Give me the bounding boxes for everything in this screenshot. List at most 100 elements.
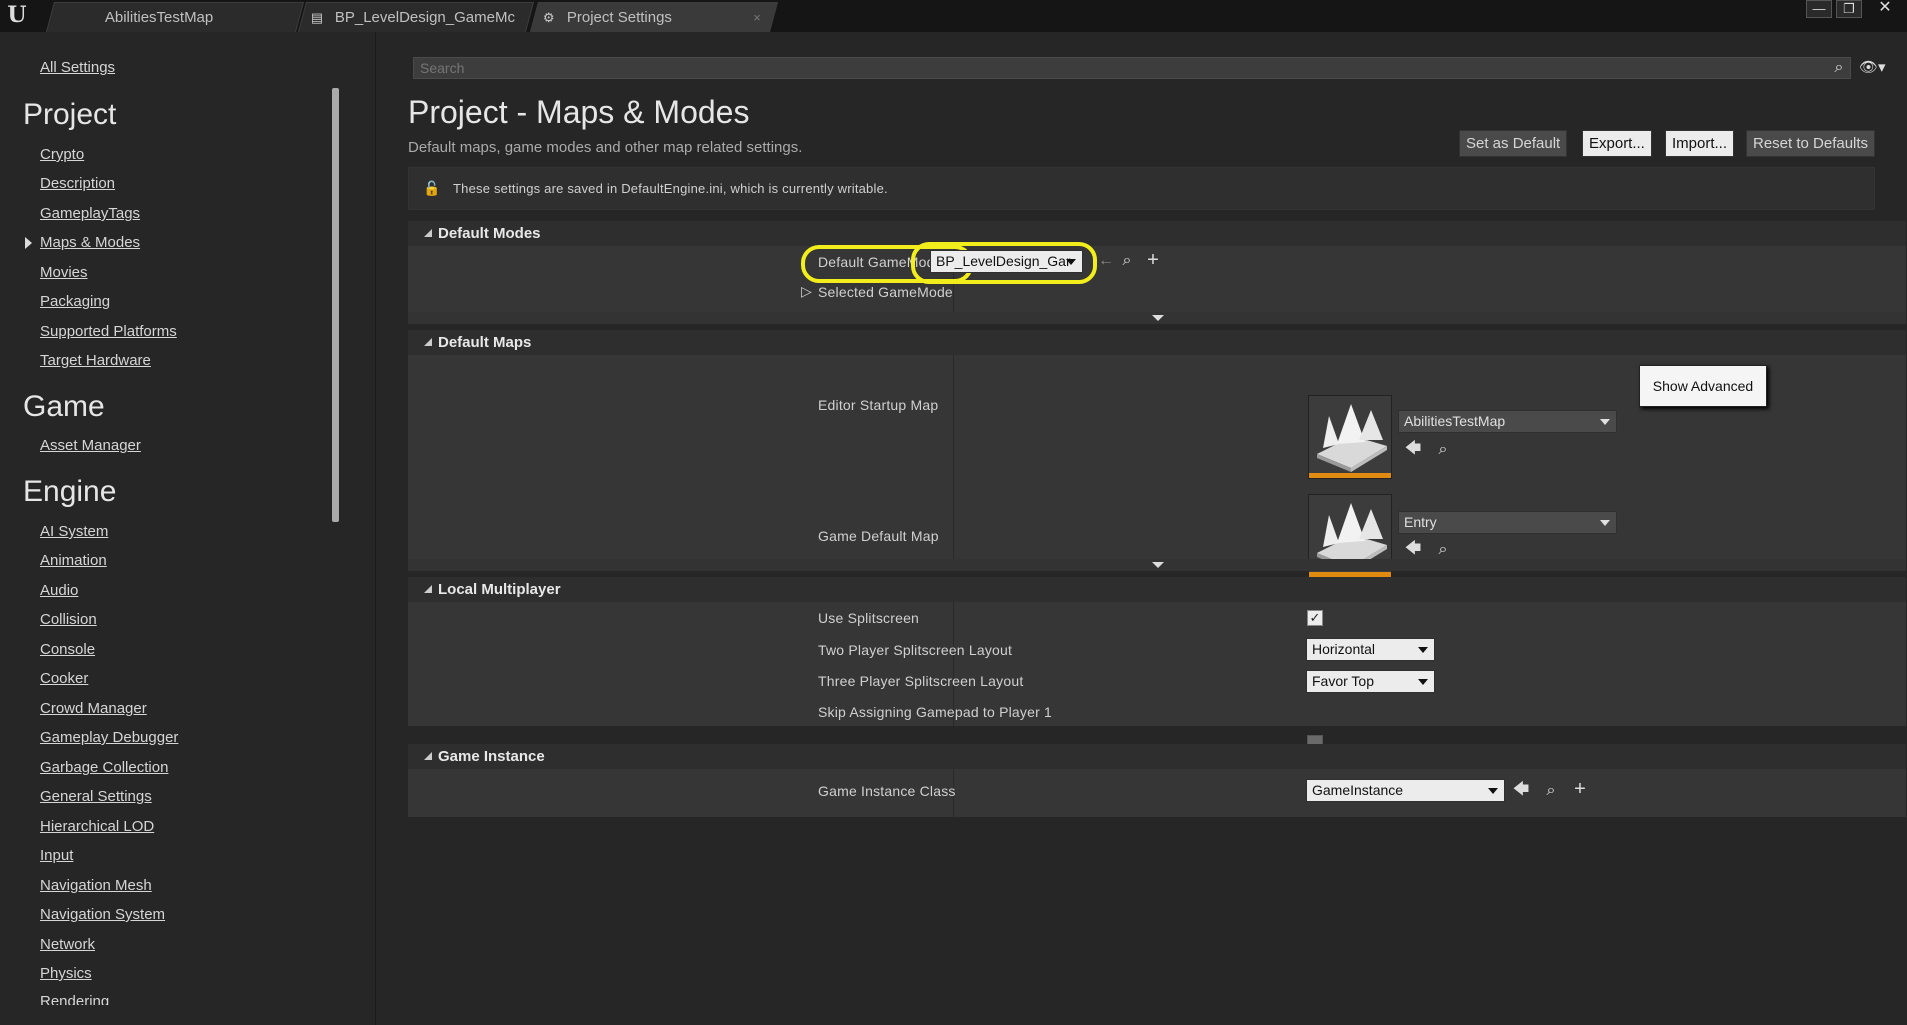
chevron-down-icon (1418, 679, 1428, 685)
chevron-down-icon (1600, 520, 1610, 526)
nav-item-crowd-manager[interactable]: Crowd Manager (40, 700, 147, 717)
browse-search-icon[interactable]: ⌕ (1118, 252, 1136, 270)
nav-item-animation[interactable]: Animation (40, 552, 107, 569)
browse-search-icon[interactable]: ⌕ (1434, 441, 1452, 459)
nav-item-maps-modes[interactable]: Maps & Modes (40, 234, 140, 251)
section-title: Game Instance (438, 748, 545, 765)
nav-section-game: Game (23, 390, 105, 423)
unreal-logo-icon: U (7, 2, 27, 28)
nav-item-input[interactable]: Input (40, 847, 73, 864)
nav-item-target-hardware[interactable]: Target Hardware (40, 352, 151, 369)
section-game-instance[interactable]: Game Instance (408, 744, 1906, 769)
config-notice: 🔓 These settings are saved in DefaultEng… (408, 167, 1875, 210)
editor-startup-map-label: Editor Startup Map (818, 397, 939, 413)
nav-item-audio[interactable]: Audio (40, 582, 78, 599)
section-title: Default Modes (438, 225, 541, 242)
chevron-down-icon (1600, 419, 1610, 425)
collapse-arrow-icon (424, 229, 432, 237)
chevron-down-icon (1418, 647, 1428, 653)
browse-search-icon[interactable]: ⌕ (1542, 782, 1560, 800)
nav-item-rendering[interactable]: Rendering (40, 993, 109, 1005)
game-instance-class-label: Game Instance Class (818, 783, 956, 799)
tab-label: AbilitiesTestMap (104, 9, 214, 26)
two-player-layout-dropdown[interactable]: Horizontal (1306, 638, 1435, 661)
nav-item-ai-system[interactable]: AI System (40, 523, 108, 540)
search-input[interactable] (414, 58, 1850, 78)
two-player-layout-value: Horizontal (1312, 641, 1376, 657)
nav-item-physics[interactable]: Physics (40, 965, 92, 982)
advanced-expander[interactable] (408, 559, 1906, 571)
nav-item-network[interactable]: Network (40, 936, 95, 953)
nav-section-engine: Engine (23, 475, 117, 508)
nav-item-asset-manager[interactable]: Asset Manager (40, 437, 141, 454)
nav-item-navigation-mesh[interactable]: Navigation Mesh (40, 877, 152, 894)
visibility-eye-icon[interactable]: 👁▾ (1859, 57, 1895, 79)
game-default-map-dropdown[interactable]: Entry (1398, 511, 1617, 534)
nav-item-hierarchical-lod[interactable]: Hierarchical LOD (40, 818, 154, 835)
section-title: Default Maps (438, 334, 532, 351)
nav-item-cooker[interactable]: Cooker (40, 670, 88, 687)
tab-label: Project Settings (566, 9, 672, 26)
section-default-maps[interactable]: Default Maps (408, 330, 1906, 355)
tab-label: BP_LevelDesign_GameMc (334, 9, 515, 26)
nav-item-packaging[interactable]: Packaging (40, 293, 110, 310)
nav-item-general-settings[interactable]: General Settings (40, 788, 152, 805)
map-thumbnail[interactable] (1308, 395, 1392, 479)
nav-scrollbar[interactable] (332, 88, 339, 522)
use-splitscreen-checkbox[interactable]: ✓ (1307, 610, 1323, 626)
nav-all-settings[interactable]: All Settings (40, 59, 115, 76)
unlock-icon: 🔓 (423, 180, 441, 196)
nav-item-description[interactable]: Description (40, 175, 115, 192)
use-selected-arrow-icon[interactable]: ← (1097, 252, 1115, 270)
game-instance-class-dropdown[interactable]: GameInstance (1306, 779, 1505, 802)
chevron-down-icon (1152, 315, 1164, 321)
collapse-arrow-icon (424, 752, 432, 760)
show-advanced-tooltip: Show Advanced (1639, 365, 1767, 407)
three-player-layout-dropdown[interactable]: Favor Top (1306, 670, 1435, 693)
use-selected-arrow-icon[interactable]: 🡄 (1512, 781, 1530, 799)
chevron-down-icon (1488, 788, 1498, 794)
map-mountain-icon (1317, 404, 1387, 472)
nav-section-project: Project (23, 98, 117, 131)
nav-item-movies[interactable]: Movies (40, 264, 88, 281)
use-selected-arrow-icon[interactable]: 🡄 (1404, 440, 1422, 458)
close-window-button[interactable]: ✕ (1868, 0, 1902, 18)
search-box[interactable]: ⌕ (413, 57, 1851, 79)
blueprint-icon: ▤ (310, 10, 324, 25)
nav-item-supported-platforms[interactable]: Supported Platforms (40, 323, 177, 340)
tab-bp-level-design[interactable]: ▤ BP_LevelDesign_GameMc (297, 2, 535, 32)
export-button[interactable]: Export... (1582, 130, 1652, 157)
nav-item-gameplay-debugger[interactable]: Gameplay Debugger (40, 729, 178, 746)
highlight-gamemode-dropdown (911, 242, 1097, 284)
search-icon[interactable]: ⌕ (1830, 59, 1848, 77)
section-default-modes[interactable]: Default Modes (408, 221, 1906, 246)
close-tab-icon[interactable]: × (753, 3, 761, 32)
collapse-arrow-icon (424, 338, 432, 346)
skip-gamepad-label: Skip Assigning Gamepad to Player 1 (818, 704, 1053, 720)
set-as-default-button[interactable]: Set as Default (1459, 130, 1568, 157)
nav-item-collision[interactable]: Collision (40, 611, 97, 628)
expand-arrow-icon[interactable]: ▷ (801, 283, 812, 300)
nav-item-crypto[interactable]: Crypto (40, 146, 84, 163)
advanced-expander[interactable] (408, 312, 1906, 324)
nav-item-navigation-system[interactable]: Navigation System (40, 906, 165, 923)
notice-text: These settings are saved in DefaultEngin… (453, 181, 888, 196)
nav-item-gameplaytags[interactable]: GameplayTags (40, 205, 140, 222)
editor-startup-map-dropdown[interactable]: AbilitiesTestMap (1398, 410, 1617, 433)
section-local-multiplayer[interactable]: Local Multiplayer (408, 577, 1906, 602)
restore-button[interactable]: ❐ (1836, 0, 1862, 18)
add-new-icon[interactable]: + (1571, 779, 1589, 799)
add-new-icon[interactable]: + (1144, 250, 1162, 270)
import-button[interactable]: Import... (1665, 130, 1735, 157)
nav-item-console[interactable]: Console (40, 641, 95, 658)
tab-project-settings[interactable]: ⚙ Project Settings × (529, 2, 779, 32)
chevron-down-icon (1152, 562, 1164, 568)
browse-search-icon[interactable]: ⌕ (1434, 541, 1452, 559)
nav-item-garbage-collection[interactable]: Garbage Collection (40, 759, 168, 776)
use-selected-arrow-icon[interactable]: 🡄 (1404, 540, 1422, 558)
reset-to-defaults-button[interactable]: Reset to Defaults (1746, 130, 1876, 157)
collapse-arrow-icon (424, 585, 432, 593)
minimize-button[interactable]: — (1806, 0, 1832, 18)
gear-icon: ⚙ (542, 10, 555, 25)
tab-abilities-test-map[interactable]: AbilitiesTestMap (45, 2, 305, 32)
